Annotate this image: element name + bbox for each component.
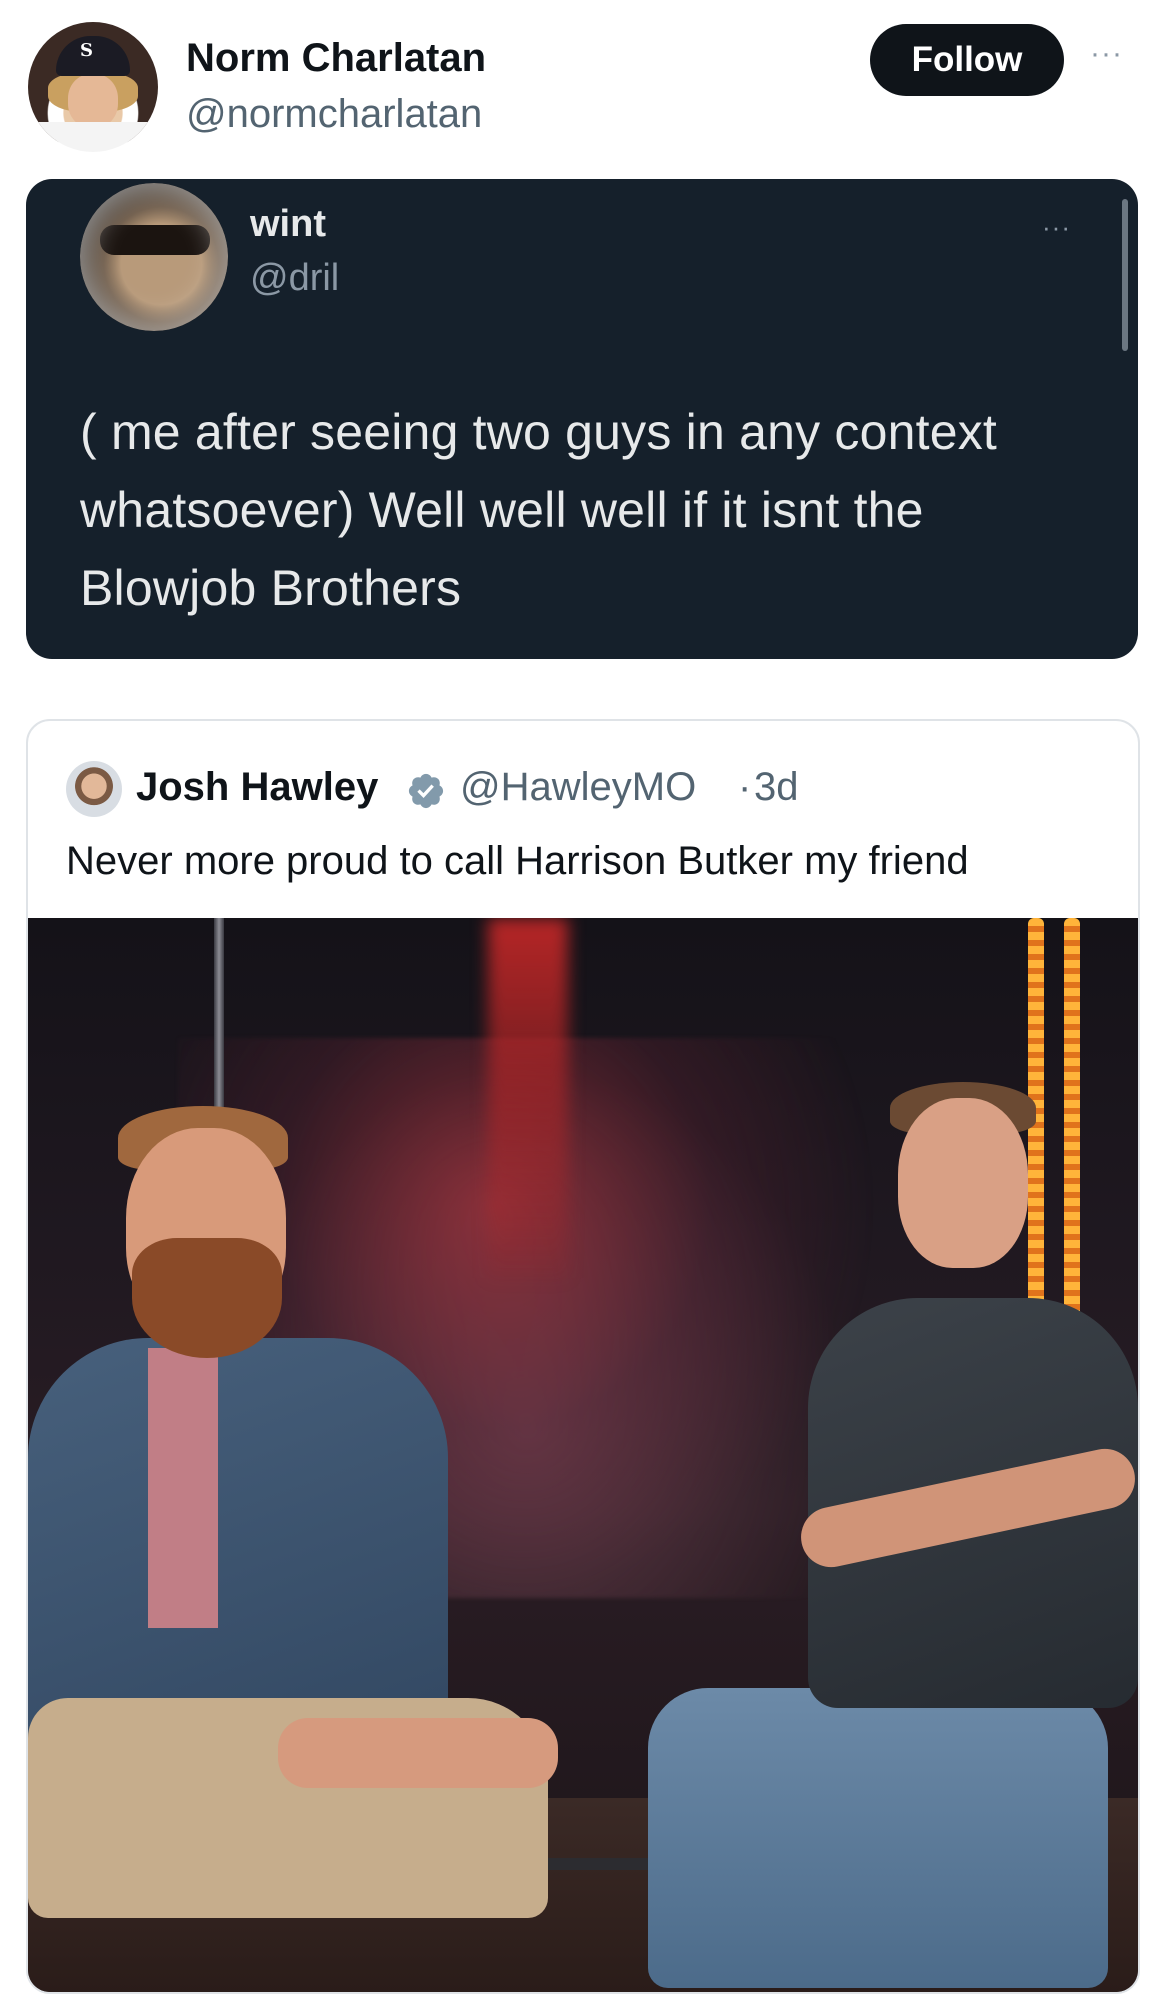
- quoted-tweet-text: Never more proud to call Harrison Butker…: [66, 839, 969, 883]
- verified-badge-icon: [408, 773, 444, 809]
- quoted-tweet-photo[interactable]: [28, 918, 1138, 1992]
- tweet-screenshot: S Norm Charlatan @normcharlatan Follow ·…: [0, 0, 1170, 2016]
- embedded-author-name: wint: [250, 203, 326, 245]
- more-options-icon[interactable]: ···: [1090, 39, 1136, 69]
- embedded-tweet-text: ( me after seeing two guys in any contex…: [80, 404, 997, 616]
- separator-dot: ·: [738, 765, 752, 809]
- quoted-author-handle: @HawleyMO: [460, 765, 697, 809]
- embedded-more-icon: ···: [1042, 212, 1071, 242]
- follow-button[interactable]: Follow: [870, 24, 1064, 96]
- tweet-header: S Norm Charlatan @normcharlatan Follow ·…: [0, 0, 1170, 175]
- quoted-tweet-card[interactable]: Josh Hawley @HawleyMO · 3d Never more pr…: [26, 719, 1140, 1994]
- embedded-author-avatar: [80, 183, 228, 331]
- quoted-author-name: Josh Hawley: [136, 765, 379, 809]
- quoted-author-avatar: [66, 761, 122, 817]
- quoted-timestamp: 3d: [754, 765, 799, 809]
- author-avatar[interactable]: S: [28, 22, 158, 152]
- author-handle[interactable]: @normcharlatan: [186, 92, 482, 137]
- embedded-tweet-card: wint @dril ··· ( me after seeing two guy…: [26, 179, 1138, 659]
- embedded-scrollbar: [1122, 199, 1128, 351]
- embedded-author-handle: @dril: [250, 257, 340, 299]
- author-display-name[interactable]: Norm Charlatan: [186, 36, 486, 81]
